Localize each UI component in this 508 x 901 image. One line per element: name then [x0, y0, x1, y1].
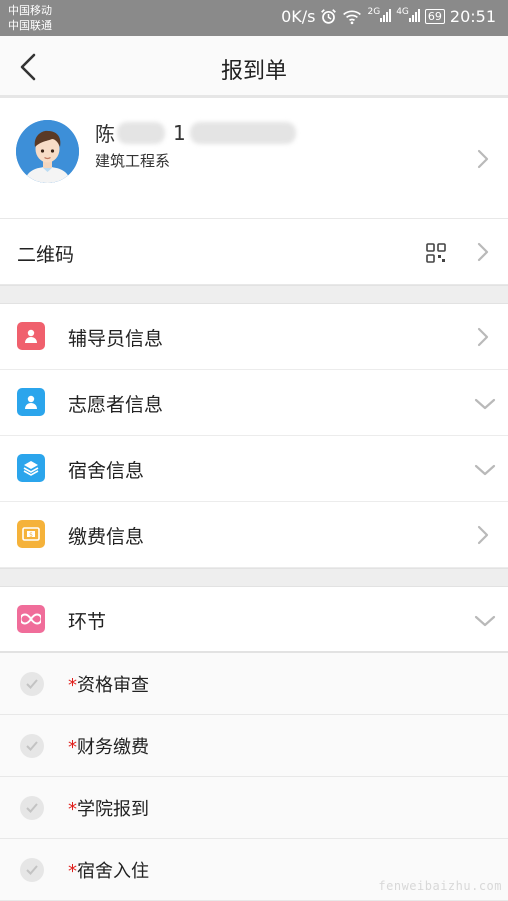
status-bar: 中国移动 中国联通 0K/s 2G 4G 69 20:51: [0, 0, 508, 36]
qr-code-label: 二维码: [17, 244, 75, 266]
required-star: *: [68, 675, 77, 696]
payment-info-row[interactable]: $ 缴费信息: [0, 502, 508, 568]
required-star: *: [68, 861, 77, 882]
section-divider: [0, 568, 508, 587]
signal-4g-icon: 4G: [396, 7, 420, 26]
required-star: *: [68, 737, 77, 758]
counselor-info-row[interactable]: 辅导员信息: [0, 304, 508, 370]
chevron-right-icon: [477, 149, 489, 169]
carrier-2: 中国联通: [8, 19, 52, 32]
section-divider: [0, 285, 508, 304]
chevron-down-icon: [474, 398, 496, 410]
steps-section-label: 环节: [68, 611, 107, 633]
volunteer-info-row[interactable]: 志愿者信息: [0, 370, 508, 436]
qr-code-row[interactable]: 二维码: [0, 219, 508, 285]
step-label: *学院报到: [68, 795, 149, 821]
carrier-1: 中国移动: [8, 4, 52, 17]
qr-code-icon: [426, 243, 446, 263]
check-icon: [20, 734, 44, 758]
profile-id: 1: [173, 120, 186, 145]
step-text: 财务缴费: [77, 737, 149, 758]
step-label: *财务缴费: [68, 733, 149, 759]
department-label: 建筑工程系: [95, 152, 171, 170]
step-college-registration[interactable]: *学院报到: [0, 777, 508, 839]
signal-2g-icon: 2G: [367, 7, 392, 26]
chevron-right-icon: [477, 525, 489, 545]
chevron-right-icon: [477, 327, 489, 347]
clock: 20:51: [449, 7, 496, 26]
payment-info-label: 缴费信息: [68, 526, 145, 548]
dormitory-info-row[interactable]: 宿舍信息: [0, 436, 508, 502]
chevron-down-icon: [474, 464, 496, 476]
step-qualification-review[interactable]: *资格审查: [0, 653, 508, 715]
dormitory-info-label: 宿舍信息: [68, 460, 145, 482]
required-star: *: [68, 799, 77, 820]
alarm-icon: [321, 9, 337, 24]
chevron-right-icon: [477, 242, 489, 262]
steps-section-header[interactable]: 环节: [0, 587, 508, 653]
layers-icon: [17, 454, 45, 482]
svg-text:$: $: [29, 531, 33, 538]
step-text: 学院报到: [77, 799, 149, 820]
person-icon: [17, 388, 45, 416]
check-icon: [20, 672, 44, 696]
page-title: 报到单: [220, 59, 287, 84]
profile-card[interactable]: 陈 1 建筑工程系: [0, 98, 508, 219]
chevron-down-icon: [474, 615, 496, 627]
step-text: 宿舍入住: [77, 861, 149, 882]
check-icon: [20, 796, 44, 820]
payment-icon: $: [17, 520, 45, 548]
wifi-icon: [343, 10, 362, 24]
watermark: fenweibaizhu.com: [378, 879, 502, 893]
carrier-info: 中国移动 中国联通: [8, 3, 52, 33]
counselor-info-label: 辅导员信息: [68, 328, 164, 350]
name-redaction: [117, 121, 165, 144]
net-speed: 0K/s: [281, 7, 316, 26]
avatar-illustration: [16, 120, 79, 183]
status-indicators: 0K/s 2G 4G 69 20:51: [281, 7, 496, 26]
id-redaction: [189, 121, 296, 144]
step-finance-payment[interactable]: *财务缴费: [0, 715, 508, 777]
profile-name-line: 陈 1: [95, 118, 296, 147]
battery-icon: 69: [424, 9, 445, 24]
person-icon: [17, 322, 45, 350]
header: 报到单: [0, 36, 508, 98]
volunteer-info-label: 志愿者信息: [68, 394, 164, 416]
step-label: *资格审查: [68, 671, 149, 697]
step-text: 资格审查: [77, 675, 149, 696]
check-icon: [20, 858, 44, 882]
profile-name: 陈: [95, 122, 115, 146]
step-label: *宿舍入住: [68, 857, 149, 883]
infinity-icon: [17, 605, 45, 633]
avatar: [16, 120, 79, 183]
